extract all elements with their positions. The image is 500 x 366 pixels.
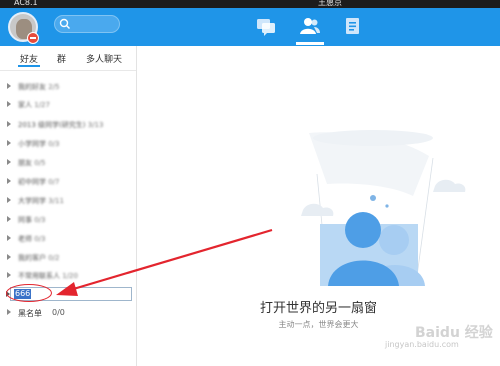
annotation-arrow bbox=[56, 228, 273, 296]
watermark-url: jingyan.baidu.com bbox=[385, 340, 459, 349]
watermark-logo: Baidu 经验 bbox=[415, 325, 493, 341]
